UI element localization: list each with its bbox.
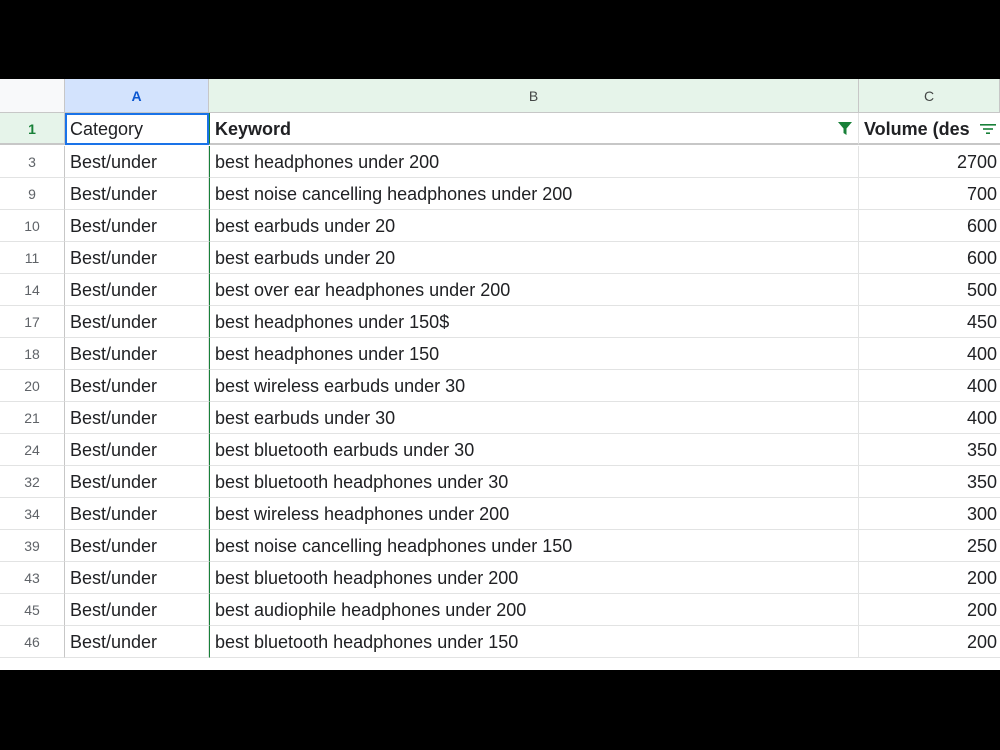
cell-category[interactable]: Best/under [65,562,209,594]
row-number[interactable]: 18 [0,338,65,370]
table-row: 17 Best/under best headphones under 150$ 45… [0,306,1000,338]
cell-category[interactable]: Best/under [65,274,209,306]
keyword-header-label: Keyword [215,119,292,139]
table-row: 45 Best/under best audiophile headphones u… [0,594,1000,626]
row-number[interactable]: 39 [0,530,65,562]
cell-keyword[interactable]: best wireless headphones under 200 [209,498,859,530]
table-row: 43 Best/under best bluetooth headphones un… [0,562,1000,594]
row-number[interactable]: 32 [0,466,65,498]
table-row: 24 Best/under best bluetooth earbuds under… [0,434,1000,466]
cell-category[interactable]: Best/under [65,626,209,658]
row-number[interactable]: 11 [0,242,65,274]
cell-volume[interactable]: 400 [859,338,1000,370]
cell-volume-header[interactable]: Volume (des [859,113,1000,145]
cell-keyword[interactable]: best headphones under 200 [209,146,859,178]
cell-keyword[interactable]: best bluetooth headphones under 200 [209,562,859,594]
cell-volume[interactable]: 200 [859,594,1000,626]
table-row: 10 Best/under best earbuds under 20 600 [0,210,1000,242]
row-number[interactable]: 45 [0,594,65,626]
cell-volume[interactable]: 250 [859,530,1000,562]
cell-category[interactable]: Best/under [65,178,209,210]
row-number[interactable]: 21 [0,402,65,434]
cell-keyword[interactable]: best headphones under 150 [209,338,859,370]
cell-volume[interactable]: 350 [859,466,1000,498]
row-number[interactable]: 1 [0,113,65,145]
cell-keyword[interactable]: best headphones under 150$ [209,306,859,338]
table-row: 46 Best/under best bluetooth headphones un… [0,626,1000,658]
column-header-row: A B C [0,79,1000,113]
row-number[interactable]: 24 [0,434,65,466]
cell-volume[interactable]: 350 [859,434,1000,466]
select-all-corner[interactable] [0,79,65,113]
table-row: 32 Best/under best bluetooth headphones un… [0,466,1000,498]
table-row: 34 Best/under best wireless headphones und… [0,498,1000,530]
cell-category[interactable]: Best/under [65,306,209,338]
cell-keyword-header[interactable]: Keyword [209,113,859,145]
cell-volume[interactable]: 200 [859,562,1000,594]
column-header-c[interactable]: C [859,79,1000,113]
cell-volume[interactable]: 450 [859,306,1000,338]
table-row: 14 Best/under best over ear headphones und… [0,274,1000,306]
cell-volume[interactable]: 400 [859,370,1000,402]
table-row: 39 Best/under best noise cancelling headph… [0,530,1000,562]
cell-keyword[interactable]: best audiophile headphones under 200 [209,594,859,626]
cell-category[interactable]: Best/under [65,210,209,242]
cell-keyword[interactable]: best earbuds under 20 [209,242,859,274]
table-row: 11 Best/under best earbuds under 20 600 [0,242,1000,274]
cell-category[interactable]: Best/under [65,242,209,274]
cell-keyword[interactable]: best bluetooth earbuds under 30 [209,434,859,466]
spreadsheet: A B C 1 Category Keyword Volume (des 3 B… [0,79,1000,670]
cell-volume[interactable]: 600 [859,210,1000,242]
cell-keyword[interactable]: best bluetooth headphones under 30 [209,466,859,498]
table-row: 18 Best/under best headphones under 150 400 [0,338,1000,370]
cell-volume[interactable]: 700 [859,178,1000,210]
table-row: 20 Best/under best wireless earbuds under … [0,370,1000,402]
row-number[interactable]: 14 [0,274,65,306]
column-header-b[interactable]: B [209,79,859,113]
table-row: 3 Best/under best headphones under 200 2700 [0,146,1000,178]
cell-category[interactable]: Best/under [65,498,209,530]
column-header-a[interactable]: A [65,79,209,113]
filter-funnel-icon[interactable] [838,122,852,136]
row-number[interactable]: 9 [0,178,65,210]
cell-category[interactable]: Best/under [65,146,209,178]
cell-keyword[interactable]: best earbuds under 30 [209,402,859,434]
cell-category[interactable]: Best/under [65,338,209,370]
cell-keyword[interactable]: best bluetooth headphones under 150 [209,626,859,658]
cell-category[interactable]: Best/under [65,530,209,562]
cell-volume[interactable]: 200 [859,626,1000,658]
cell-volume[interactable]: 300 [859,498,1000,530]
cell-keyword[interactable]: best wireless earbuds under 30 [209,370,859,402]
cell-category[interactable]: Best/under [65,466,209,498]
cell-category[interactable]: Best/under [65,594,209,626]
row-number[interactable]: 46 [0,626,65,658]
cell-category[interactable]: Best/under [65,402,209,434]
row-number[interactable]: 3 [0,146,65,178]
row-number[interactable]: 20 [0,370,65,402]
cell-keyword[interactable]: best noise cancelling headphones under 2… [209,178,859,210]
row-number[interactable]: 34 [0,498,65,530]
header-data-row: 1 Category Keyword Volume (des [0,113,1000,145]
row-number[interactable]: 43 [0,562,65,594]
cell-category-header[interactable]: Category [65,113,209,145]
sort-filter-icon[interactable] [980,123,996,135]
cell-keyword[interactable]: best earbuds under 20 [209,210,859,242]
cell-category[interactable]: Best/under [65,370,209,402]
cell-volume[interactable]: 500 [859,274,1000,306]
row-number[interactable]: 17 [0,306,65,338]
cell-volume[interactable]: 400 [859,402,1000,434]
cell-keyword[interactable]: best over ear headphones under 200 [209,274,859,306]
table-row: 21 Best/under best earbuds under 30 400 [0,402,1000,434]
cell-volume[interactable]: 2700 [859,146,1000,178]
cell-category[interactable]: Best/under [65,434,209,466]
row-number[interactable]: 10 [0,210,65,242]
table-row: 9 Best/under best noise cancelling headpho… [0,178,1000,210]
cell-keyword[interactable]: best noise cancelling headphones under 1… [209,530,859,562]
volume-header-label: Volume (des [864,119,970,139]
cell-volume[interactable]: 600 [859,242,1000,274]
